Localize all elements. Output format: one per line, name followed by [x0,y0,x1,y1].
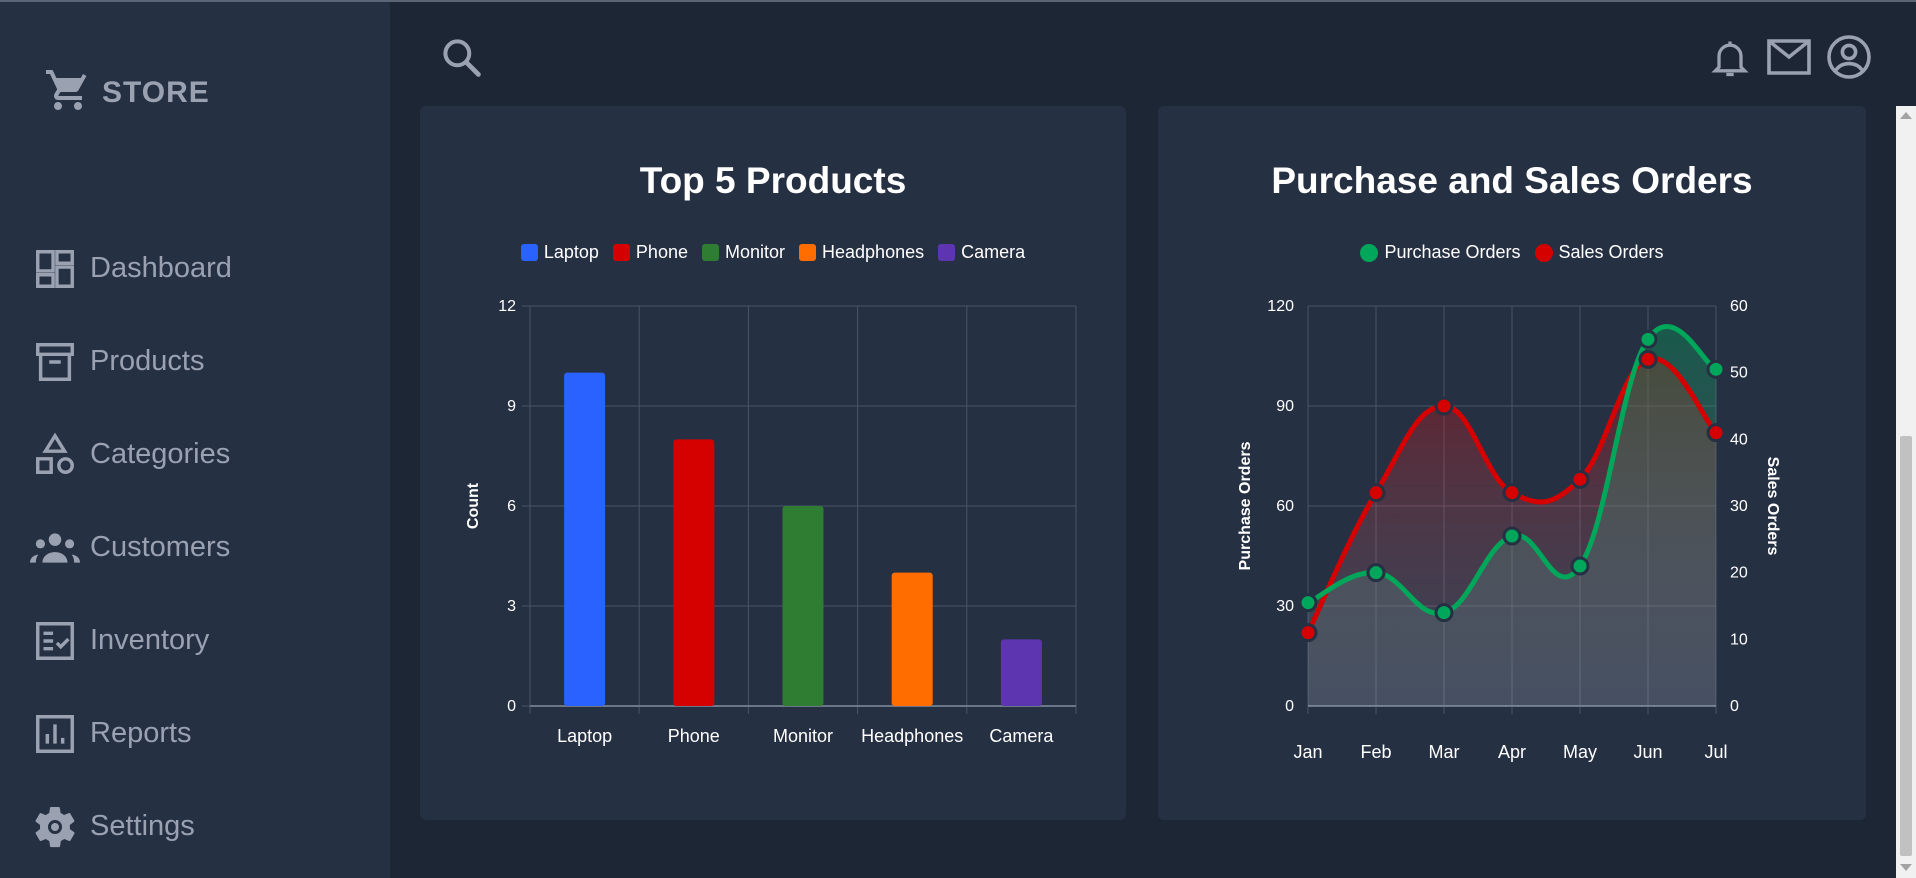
bar-chart-icon [30,709,80,759]
data-point [1570,469,1590,489]
bar [673,439,715,706]
x-tick-label: Jul [1704,742,1727,762]
bar [891,572,933,706]
y-tick-label: 9 [507,398,516,415]
bar [564,372,606,706]
sidebar-item-label: Categories [90,438,231,470]
y-tick-label-right: 10 [1730,631,1748,648]
x-tick-label: May [1563,742,1597,762]
bar [782,506,824,706]
cart-icon [44,66,92,119]
y-axis-title: Count [465,482,482,529]
search-icon[interactable] [438,34,484,80]
y-tick-label-right: 30 [1730,498,1748,515]
y-tick-label-right: 60 [1730,298,1748,315]
y-tick-label-left: 30 [1276,598,1294,615]
sidebar-item-inventory[interactable]: Inventory [0,594,390,687]
scroll-up-arrow[interactable] [1900,112,1912,119]
y-tick-label-left: 90 [1276,398,1294,415]
y-tick-label-right: 50 [1730,365,1748,382]
sidebar-item-reports[interactable]: Reports [0,687,390,780]
data-point [1706,359,1726,379]
data-point [1434,396,1454,416]
data-point [1298,593,1318,613]
x-tick-label: Jan [1293,742,1322,762]
bar-chart: 0 3 6 9 12 Laptop Phone Monitor Headphones Camera… [465,298,1077,746]
sidebar-item-label: Customers [90,531,231,563]
sidebar-item-label: Reports [90,717,192,749]
sidebar: STORE Dashboard Products Categories Cust… [0,2,390,878]
sidebar-item-settings[interactable]: Settings [0,780,390,873]
sidebar-item-label: Settings [90,810,195,842]
data-point [1434,603,1454,623]
bar [1000,639,1042,706]
scrollbar-thumb[interactable] [1900,436,1912,856]
y-tick-label: 6 [507,498,516,515]
data-point [1298,623,1318,643]
sidebar-item-label: Dashboard [90,252,232,284]
sidebar-item-label: Products [90,345,205,377]
y-tick-label: 12 [498,298,516,315]
line-chart: 0 30 60 90 120 0 10 20 30 40 50 60 Jan Feb Mar Apr May Ju… [1237,298,1781,762]
account-circle-icon[interactable] [1824,32,1874,82]
scroll-down-arrow[interactable] [1900,864,1912,871]
dashboard-icon [30,244,80,294]
sidebar-item-customers[interactable]: Customers [0,501,390,594]
x-tick-label: Monitor [773,726,833,746]
y-tick-label-left: 0 [1285,698,1294,715]
sidebar-item-categories[interactable]: Categories [0,408,390,501]
x-tick-label: Apr [1498,742,1526,762]
y-tick-label: 0 [507,698,516,715]
brand-name: STORE [102,75,210,109]
vertical-scrollbar[interactable] [1896,106,1916,878]
x-tick-label: Feb [1360,742,1391,762]
shapes-icon [30,430,80,480]
checklist-icon [30,616,80,666]
x-tick-label: Camera [989,726,1054,746]
data-point [1366,483,1386,503]
mail-icon[interactable] [1764,34,1814,80]
sidebar-item-products[interactable]: Products [0,315,390,408]
y-axis-title-left: Purchase Orders [1237,441,1254,570]
y-tick-label-right: 20 [1730,565,1748,582]
chart-card-orders: Purchase and Sales Orders Purchase Order… [1158,106,1866,820]
y-tick-label: 3 [507,598,516,615]
data-point [1706,423,1726,443]
data-point [1638,329,1658,349]
gear-icon [30,802,80,852]
y-tick-label-left: 120 [1267,298,1294,315]
data-point [1502,483,1522,503]
main-content: Top 5 Products Laptop Phone Monitor Head… [390,106,1896,878]
x-tick-label: Phone [668,726,720,746]
sidebar-item-dashboard[interactable]: Dashboard [0,222,390,315]
chart-card-top-products: Top 5 Products Laptop Phone Monitor Head… [420,106,1126,820]
x-tick-label: Laptop [557,726,612,746]
top-header [390,2,1916,106]
data-point [1366,563,1386,583]
people-icon [30,523,80,573]
data-point [1570,556,1590,576]
x-tick-label: Mar [1429,742,1460,762]
sidebar-item-label: Inventory [90,624,210,656]
bell-icon[interactable] [1706,32,1754,84]
data-point [1638,349,1658,369]
y-tick-label-right: 40 [1730,431,1748,448]
x-tick-label: Jun [1633,742,1662,762]
brand[interactable]: STORE [44,66,210,119]
y-tick-label-left: 60 [1276,498,1294,515]
x-tick-label: Headphones [861,726,963,746]
y-tick-label-right: 0 [1730,698,1739,715]
sidebar-nav: Dashboard Products Categories Customers … [0,222,390,873]
y-axis-title-right: Sales Orders [1764,457,1781,556]
data-point [1502,526,1522,546]
archive-icon [30,337,80,387]
